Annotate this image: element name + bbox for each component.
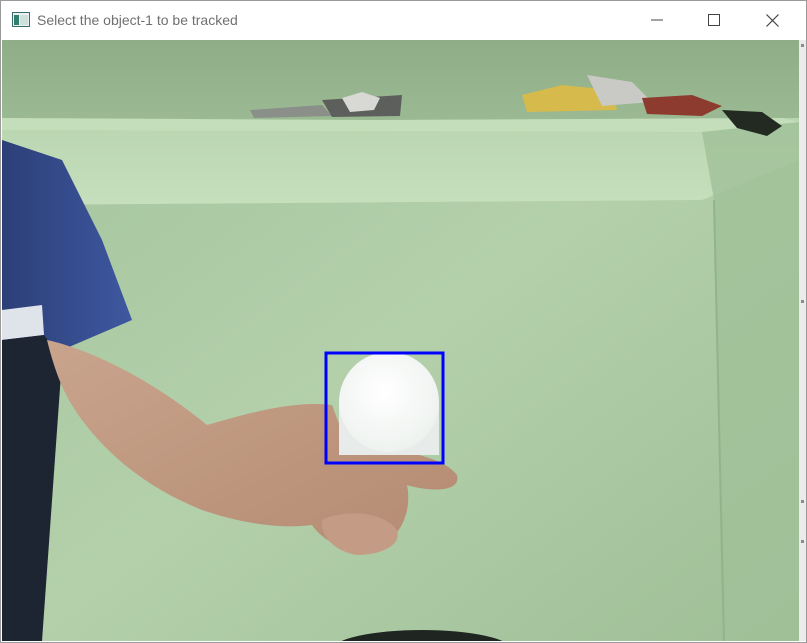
maximize-button[interactable] <box>685 1 743 39</box>
minimize-icon <box>651 14 663 26</box>
minimize-button[interactable] <box>628 1 686 39</box>
scroll-mark <box>801 44 804 47</box>
vertical-scrollbar[interactable] <box>799 40 806 641</box>
close-icon <box>765 13 779 27</box>
camera-image <box>2 40 799 641</box>
scroll-mark <box>801 500 804 503</box>
scroll-mark <box>801 300 804 303</box>
app-window-icon <box>12 12 30 27</box>
app-window: Select the object-1 to be tracked <box>0 0 807 643</box>
close-button[interactable] <box>743 1 801 39</box>
tracked-object <box>339 352 439 455</box>
title-bar[interactable]: Select the object-1 to be tracked <box>1 1 806 39</box>
scroll-mark <box>801 540 804 543</box>
maximize-icon <box>708 14 720 26</box>
window-title: Select the object-1 to be tracked <box>37 12 238 28</box>
camera-frame[interactable] <box>2 40 799 641</box>
